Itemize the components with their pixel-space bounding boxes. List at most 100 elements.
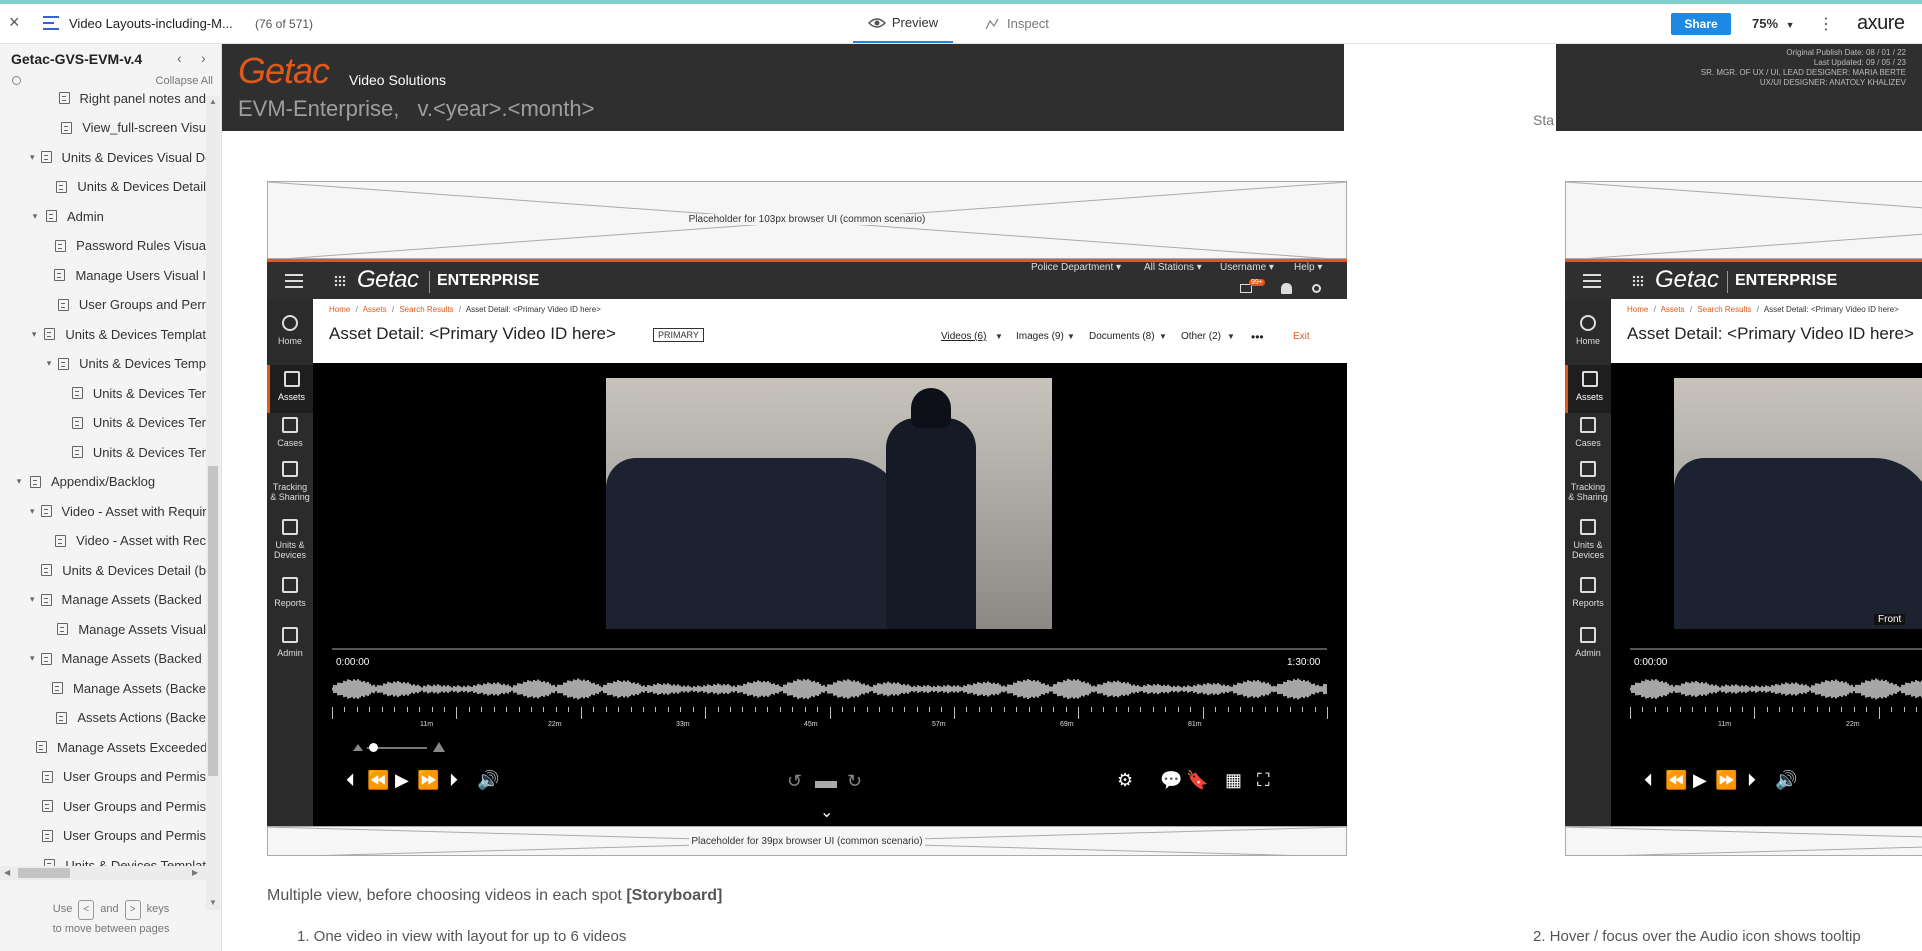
close-icon[interactable]: × <box>9 12 20 33</box>
sitemap-item[interactable]: Manage Users Visual I <box>46 263 206 287</box>
expand-caret-icon[interactable]: ▾ <box>30 329 38 340</box>
nav-item[interactable]: Reports <box>267 575 313 608</box>
sitemap-item[interactable]: View_full-screen Visu <box>46 116 206 140</box>
timeline-ruler[interactable]: 11m22m33m45m57m69m81m <box>332 707 1328 735</box>
tab-other[interactable]: Other (2) <box>1181 331 1221 342</box>
breadcrumb-assets[interactable]: Assets <box>363 305 387 314</box>
fullscreen-icon[interactable]: ⛶ <box>1257 770 1270 791</box>
nav-item[interactable]: Assets <box>1565 365 1611 413</box>
menu-help[interactable]: Help ▾ <box>1294 262 1322 273</box>
video-frame[interactable] <box>606 378 1052 629</box>
scrollbar-thumb[interactable] <box>18 868 70 878</box>
audio-waveform[interactable] <box>1630 671 1922 707</box>
nav-item[interactable]: Home <box>267 313 313 346</box>
sitemap-item[interactable]: ▾ Manage Assets (Backed u <box>30 647 206 671</box>
zoom-select[interactable]: 75% ▼ <box>1752 16 1795 31</box>
tab-inspect[interactable]: Inspect <box>985 4 1049 43</box>
rotate-right-icon[interactable]: ↻ <box>847 771 862 792</box>
document-title[interactable]: Video Layouts-including-M... <box>69 16 233 31</box>
breadcrumb-search-results[interactable]: Search Results <box>399 305 453 314</box>
more-options-icon[interactable]: ⋮ <box>1818 14 1834 34</box>
nav-item[interactable]: Tracking & Sharing <box>1565 459 1611 502</box>
menu-icon[interactable] <box>43 16 59 30</box>
layout-icon[interactable]: ▦ <box>1225 770 1242 791</box>
sitemap-item[interactable]: ▾ Units & Devices Visual De <box>30 145 206 169</box>
scroll-right-icon[interactable]: ▶ <box>192 868 198 877</box>
volume-icon[interactable]: 🔊 <box>1775 770 1797 791</box>
nav-item[interactable]: Units & Devices <box>267 517 313 560</box>
sitemap-item[interactable]: Manage Assets (Backe <box>46 676 206 700</box>
bookmark-icon[interactable]: 🔖 <box>1186 770 1208 791</box>
skip-start-icon[interactable]: ⏴ <box>346 770 355 791</box>
volume-slider[interactable] <box>353 742 447 754</box>
progress-track[interactable] <box>332 648 1327 650</box>
hamburger-icon[interactable] <box>285 274 303 288</box>
search-icon[interactable] <box>1312 284 1321 293</box>
sitemap-item[interactable]: ▾ Appendix/Backlog <box>14 470 206 494</box>
sitemap-item[interactable]: ▾ Video - Asset with Requir <box>30 499 206 523</box>
skip-end-icon[interactable]: ⏵ <box>1747 770 1756 791</box>
progress-track[interactable] <box>1630 648 1922 650</box>
sitemap-item[interactable]: Right panel notes and <box>46 86 206 110</box>
sitemap-item[interactable]: Assets Actions (Backe <box>46 706 206 730</box>
play-icon[interactable]: ▶ <box>395 770 409 791</box>
sitemap-item[interactable]: Units & Devices Detail <box>46 175 206 199</box>
bell-icon[interactable] <box>1281 283 1292 294</box>
breadcrumb-search-results[interactable]: Search Results <box>1697 305 1751 314</box>
expand-caret-icon[interactable]: ▾ <box>30 653 35 664</box>
menu-all-stations[interactable]: All Stations ▾ <box>1144 262 1202 273</box>
sitemap-item[interactable]: ▾ Units & Devices Temp <box>46 352 206 376</box>
add-note-icon[interactable]: 💬 <box>1160 770 1182 791</box>
nav-item[interactable]: Admin <box>267 625 313 658</box>
fast-forward-icon[interactable]: ⏩ <box>1715 770 1737 791</box>
video-frame[interactable]: Front <box>1674 378 1922 629</box>
horizontal-scrollbar[interactable]: ◀ ▶ <box>0 866 206 880</box>
collapse-chevron-icon[interactable]: ⌄ <box>820 802 833 822</box>
nav-item[interactable]: Cases <box>267 415 313 448</box>
sitemap-item[interactable]: User Groups and Perr <box>46 293 206 317</box>
sitemap-item[interactable]: User Groups and Permis <box>30 765 206 789</box>
play-icon[interactable]: ▶ <box>1693 770 1707 791</box>
expand-caret-icon[interactable]: ▾ <box>46 358 52 369</box>
volume-icon[interactable]: 🔊 <box>477 770 499 791</box>
sitemap-item[interactable]: ▾ Admin <box>30 204 206 228</box>
sitemap-item[interactable]: Manage Assets Visual <box>46 617 206 641</box>
nav-item[interactable]: Admin <box>1565 625 1611 658</box>
sitemap-item[interactable]: Video - Asset with Rec <box>46 529 206 553</box>
expand-caret-icon[interactable]: ▾ <box>30 152 35 163</box>
settings-icon[interactable]: ⚙ <box>1117 770 1133 791</box>
search-icon[interactable] <box>12 76 21 85</box>
skip-start-icon[interactable]: ⏴ <box>1644 770 1653 791</box>
next-page-icon[interactable]: › <box>201 50 206 66</box>
sitemap-item[interactable]: User Groups and Permis <box>30 824 206 848</box>
rotate-left-icon[interactable]: ↺ <box>787 771 802 792</box>
nav-item[interactable]: Assets <box>267 365 313 413</box>
rotate-reset-icon[interactable] <box>815 781 837 788</box>
share-button[interactable]: Share <box>1671 13 1731 35</box>
scroll-up-icon[interactable]: ▲ <box>209 97 217 106</box>
rewind-icon[interactable]: ⏪ <box>1665 770 1687 791</box>
tab-preview[interactable]: Preview <box>853 4 953 43</box>
exit-link[interactable]: Exit <box>1293 331 1310 342</box>
breadcrumb-home[interactable]: Home <box>329 305 350 314</box>
breadcrumb-home[interactable]: Home <box>1627 305 1648 314</box>
apps-grid-icon[interactable] <box>1632 275 1644 287</box>
sitemap-item[interactable]: User Groups and Permis <box>30 794 206 818</box>
skip-end-icon[interactable]: ⏵ <box>449 770 458 791</box>
nav-item[interactable]: Cases <box>1565 415 1611 448</box>
tab-documents[interactable]: Documents (8) <box>1089 331 1155 342</box>
nav-item[interactable]: Home <box>1565 313 1611 346</box>
apps-grid-icon[interactable] <box>334 275 346 287</box>
sitemap-item[interactable]: Units & Devices Ter <box>62 381 206 405</box>
tab-videos[interactable]: Videos (6) <box>941 331 986 342</box>
tab-images[interactable]: Images (9) <box>1016 331 1064 342</box>
breadcrumb-assets[interactable]: Assets <box>1661 305 1685 314</box>
scroll-left-icon[interactable]: ◀ <box>4 868 10 877</box>
audio-waveform[interactable] <box>332 671 1327 707</box>
timeline-ruler[interactable]: 11m22m33m45m57m69m81m <box>1630 707 1922 735</box>
expand-caret-icon[interactable]: ▾ <box>30 211 40 222</box>
rewind-icon[interactable]: ⏪ <box>367 770 389 791</box>
nav-item[interactable]: Units & Devices <box>1565 517 1611 560</box>
nav-item[interactable]: Reports <box>1565 575 1611 608</box>
expand-caret-icon[interactable]: ▾ <box>30 594 35 605</box>
